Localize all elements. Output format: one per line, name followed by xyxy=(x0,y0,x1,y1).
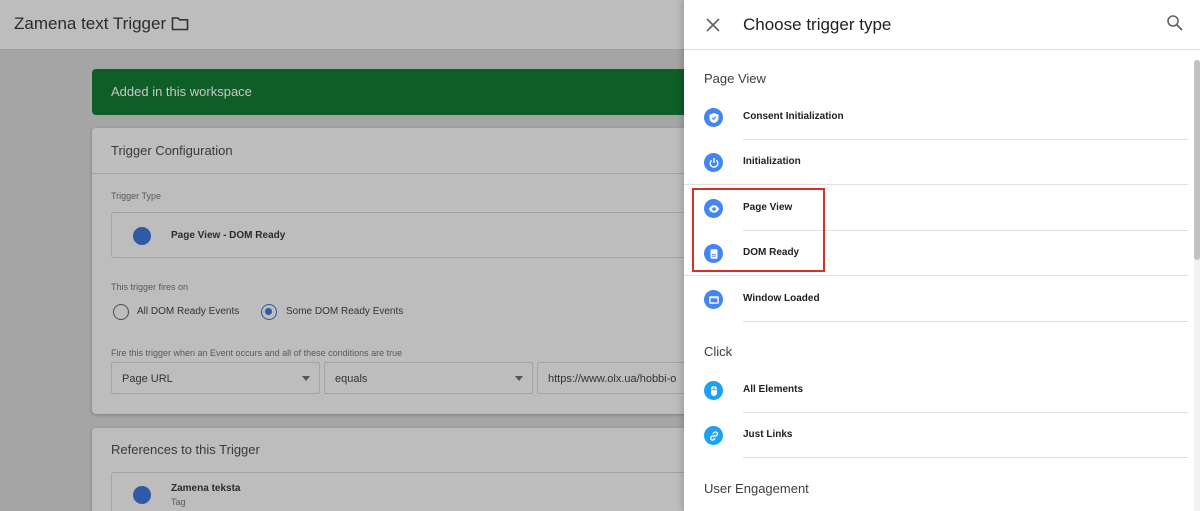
trigger-option-initialization[interactable]: Initialization xyxy=(684,140,1188,185)
trigger-option-window-loaded[interactable]: Window Loaded xyxy=(684,277,1188,322)
trigger-type-label: Trigger Type xyxy=(111,191,162,201)
trigger-option-just-links[interactable]: Just Links xyxy=(684,413,1188,458)
window-icon xyxy=(704,290,723,309)
option-label: Just Links xyxy=(743,429,793,440)
trigger-type-panel: Choose trigger type Page View Consent In… xyxy=(684,0,1200,511)
trigger-name[interactable]: Zamena text Trigger xyxy=(14,14,166,34)
folder-icon[interactable] xyxy=(171,16,189,31)
divider xyxy=(92,173,712,174)
radio-all-events[interactable] xyxy=(113,304,129,320)
condition-operator-select[interactable]: equals xyxy=(324,362,533,394)
condition-variable-select[interactable]: Page URL xyxy=(111,362,320,394)
references-card: References to this Trigger Zamena teksta… xyxy=(92,428,712,511)
mouse-icon xyxy=(704,381,723,400)
reference-type: Tag xyxy=(171,497,186,507)
divider xyxy=(743,321,1188,322)
power-icon xyxy=(704,153,723,172)
section-page-view: Page View xyxy=(704,71,766,86)
trigger-type-value: Page View - DOM Ready xyxy=(171,230,286,241)
panel-title: Choose trigger type xyxy=(743,15,892,34)
chevron-down-icon xyxy=(302,376,310,381)
card-heading: Trigger Configuration xyxy=(111,143,233,158)
chevron-down-icon xyxy=(515,376,523,381)
radio-some-events-label[interactable]: Some DOM Ready Events xyxy=(286,306,403,317)
divider xyxy=(743,457,1188,458)
option-label: Initialization xyxy=(743,156,801,167)
trigger-option-consent-initialization[interactable]: Consent Initialization xyxy=(684,95,1188,140)
close-icon[interactable] xyxy=(703,15,723,35)
workspace-status-text: Added in this workspace xyxy=(111,84,252,99)
condition-variable-value: Page URL xyxy=(122,373,173,385)
tag-icon xyxy=(133,486,151,504)
condition-label: Fire this trigger when an Event occurs a… xyxy=(111,348,403,358)
workspace-status-banner: Added in this workspace xyxy=(92,69,712,115)
reference-item[interactable]: Zamena teksta Tag xyxy=(111,472,712,511)
trigger-option-dom-ready[interactable]: DOM Ready xyxy=(684,231,1188,276)
section-user-engagement: User Engagement xyxy=(704,481,809,496)
trigger-option-page-view[interactable]: Page View xyxy=(684,186,1188,231)
shield-icon xyxy=(704,108,723,127)
trigger-configuration-card[interactable]: Trigger Configuration Trigger Type Page … xyxy=(92,128,712,414)
option-label: DOM Ready xyxy=(743,247,800,258)
link-icon xyxy=(704,426,723,445)
document-icon xyxy=(704,244,723,263)
option-label: All Elements xyxy=(743,384,804,395)
condition-operator-value: equals xyxy=(335,373,368,385)
trigger-option-all-elements[interactable]: All Elements xyxy=(684,368,1188,413)
divider xyxy=(684,184,1188,185)
document-icon xyxy=(133,227,151,245)
option-label: Consent Initialization xyxy=(743,111,844,122)
trigger-type-selector[interactable]: Page View - DOM Ready xyxy=(111,212,712,258)
panel-scrollbar[interactable] xyxy=(1194,60,1200,511)
radio-all-events-label[interactable]: All DOM Ready Events xyxy=(137,306,239,317)
search-icon[interactable] xyxy=(1166,14,1184,32)
radio-some-events[interactable] xyxy=(261,304,277,320)
scrollbar-thumb[interactable] xyxy=(1194,60,1200,260)
card-heading: References to this Trigger xyxy=(111,442,260,457)
panel-header: Choose trigger type xyxy=(684,0,1200,50)
eye-icon xyxy=(704,199,723,218)
option-label: Page View xyxy=(743,202,793,213)
divider xyxy=(684,275,1188,276)
section-click: Click xyxy=(704,344,733,359)
fires-on-label: This trigger fires on xyxy=(111,282,189,292)
reference-name: Zamena teksta xyxy=(171,483,241,494)
option-label: Window Loaded xyxy=(743,293,820,304)
